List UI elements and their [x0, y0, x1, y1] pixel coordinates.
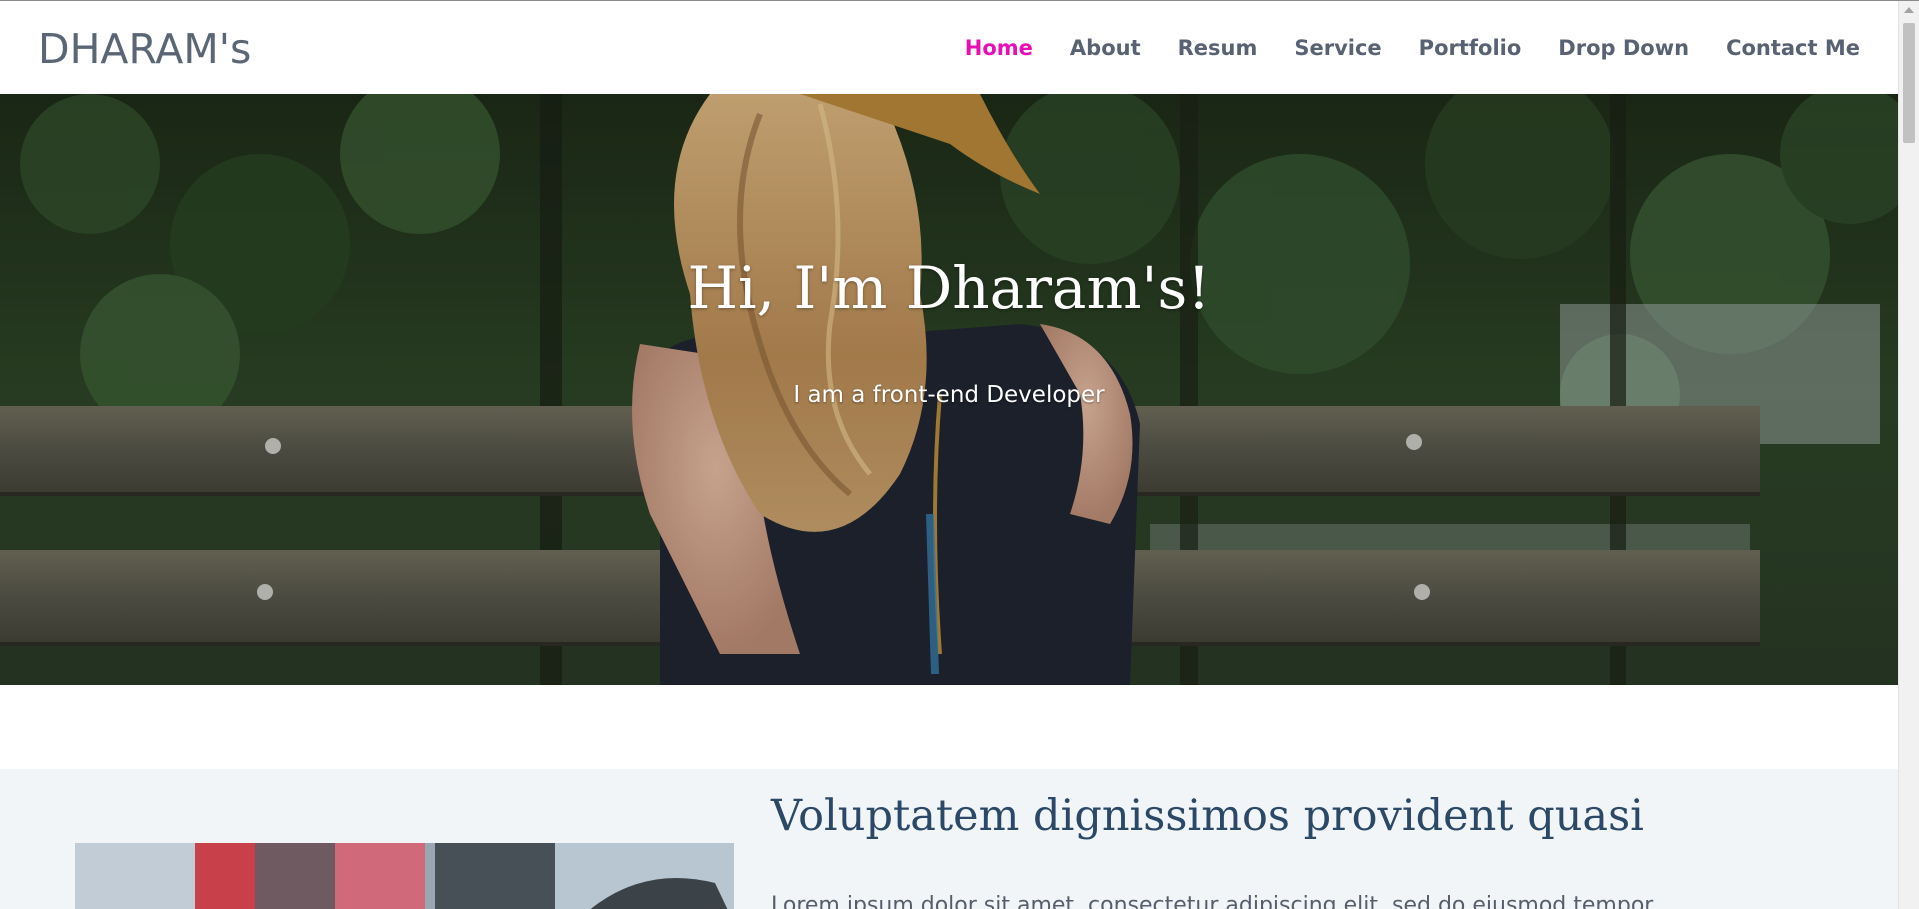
page: DHARAM's Home About Resum Service Portfo… [0, 0, 1919, 909]
section-spacer [0, 685, 1898, 769]
brand-logo[interactable]: DHARAM's [38, 25, 251, 73]
main-nav: Home About Resum Service Portfolio Drop … [928, 36, 1860, 60]
nav-item-portfolio[interactable]: Portfolio [1419, 36, 1522, 60]
about-photo [75, 843, 734, 909]
about-text: Lorem ipsum dolor sit amet, consectetur … [771, 893, 1654, 909]
scroll-up-arrow-icon[interactable] [1904, 7, 1914, 13]
hero-subtitle: I am a front-end Developer [793, 382, 1105, 408]
nav-item-drop-down[interactable]: Drop Down [1558, 36, 1689, 60]
hero-title: Hi, I'm Dharam's! [687, 254, 1211, 322]
nav-item-contact-me[interactable]: Contact Me [1726, 36, 1860, 60]
nav-item-resum[interactable]: Resum [1178, 36, 1258, 60]
about-image [75, 843, 734, 909]
hero-section: Hi, I'm Dharam's! I am a front-end Devel… [0, 94, 1898, 685]
scroll-thumb[interactable] [1903, 23, 1915, 143]
about-section: Voluptatem dignissimos provident quasi L… [0, 769, 1898, 909]
nav-item-home[interactable]: Home [965, 36, 1033, 60]
page-scrollbar[interactable] [1898, 1, 1919, 909]
nav-item-service[interactable]: Service [1294, 36, 1381, 60]
about-title: Voluptatem dignissimos provident quasi [771, 791, 1644, 841]
nav-item-about[interactable]: About [1070, 36, 1141, 60]
navbar: DHARAM's Home About Resum Service Portfo… [0, 1, 1898, 94]
